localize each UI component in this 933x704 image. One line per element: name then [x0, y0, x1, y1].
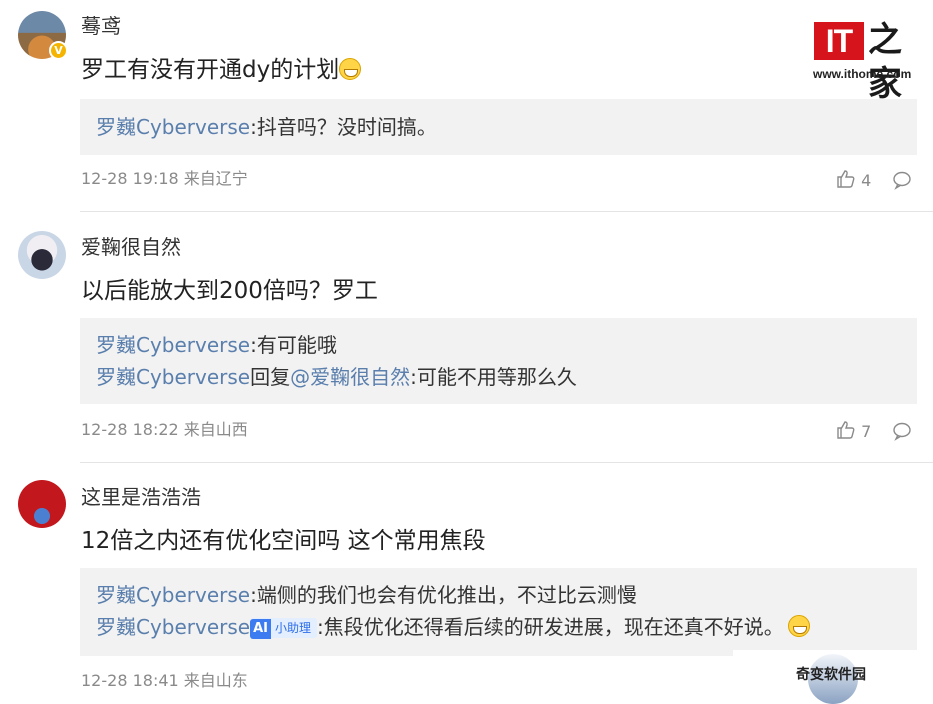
avatar[interactable]: [18, 480, 66, 528]
reply-author-link[interactable]: 罗巍Cyberverse: [96, 333, 250, 357]
comment-username[interactable]: 这里是浩浩浩: [81, 485, 201, 509]
comment-text: 12倍之内还有优化空间吗 这个常用焦段: [81, 528, 486, 554]
comment-meta: 12-28 18:22 来自山西: [81, 420, 248, 439]
reply-box: 罗巍Cyberverse:抖音吗？没时间搞。: [80, 99, 917, 155]
comment-text: 以后能放大到200倍吗？罗工: [81, 278, 378, 304]
watermark-text: 奇变软件园: [796, 667, 866, 683]
laugh-tears-emoji-icon: [787, 615, 810, 637]
reply-box: 罗巍Cyberverse:有可能哦 罗巍Cyberverse回复@爱鞠很自然:可…: [80, 318, 917, 404]
like-button[interactable]: 4: [836, 169, 871, 191]
reply-line: 罗巍Cyberverse:有可能哦: [96, 333, 337, 357]
thumbs-up-icon: [837, 421, 855, 439]
ithome-logo-url: www.ithome.com: [813, 67, 912, 81]
reply-box: 罗巍Cyberverse:端侧的我们也会有优化推出，不过比云测慢 罗巍Cyber…: [80, 568, 917, 656]
reply-line: 罗巍Cyberverse:端侧的我们也会有优化推出，不过比云测慢: [96, 583, 637, 607]
comment-username[interactable]: 爱鞠很自然: [81, 235, 181, 259]
like-count: 4: [861, 171, 872, 190]
reply-author-link[interactable]: 罗巍Cyberverse: [96, 583, 250, 607]
avatar[interactable]: [18, 231, 66, 279]
comment-icon[interactable]: [892, 421, 912, 441]
ithome-logo-text: 之家: [868, 20, 902, 104]
thumbs-up-icon: [837, 170, 855, 188]
comment-text: 罗工有没有开通dy的计划: [81, 55, 362, 85]
like-count: 7: [861, 422, 872, 441]
reply-author-link[interactable]: 罗巍Cyberverse: [96, 365, 250, 389]
like-button[interactable]: 7: [836, 420, 871, 442]
ai-assistant-badge: AI 小助理: [250, 618, 318, 639]
comment-meta: 12-28 19:18 来自辽宁: [81, 169, 248, 188]
reply-author-link[interactable]: 罗巍Cyberverse: [96, 115, 250, 139]
comment-icon[interactable]: [892, 170, 912, 190]
comment-meta: 12-28 18:41 来自山东: [81, 671, 248, 690]
mention-link[interactable]: @爱鞠很自然: [290, 365, 410, 389]
reply-line: 罗巍Cyberverse:抖音吗？没时间搞。: [96, 115, 437, 139]
divider: [80, 211, 933, 212]
reply-line: 罗巍Cyberverse回复@爱鞠很自然:可能不用等那么久: [96, 365, 577, 389]
grin-emoji-icon: [339, 58, 362, 80]
reply-line: 罗巍Cyberverse AI 小助理:焦段优化还得看后续的研发进展，现在还真不好说…: [96, 613, 810, 641]
divider: [80, 462, 933, 463]
verified-badge-icon: V: [49, 41, 68, 60]
comment-username[interactable]: 蓦鸢: [81, 14, 121, 38]
reply-author-link[interactable]: 罗巍Cyberverse: [96, 615, 250, 639]
ithome-logo-mark: IT: [814, 22, 864, 60]
